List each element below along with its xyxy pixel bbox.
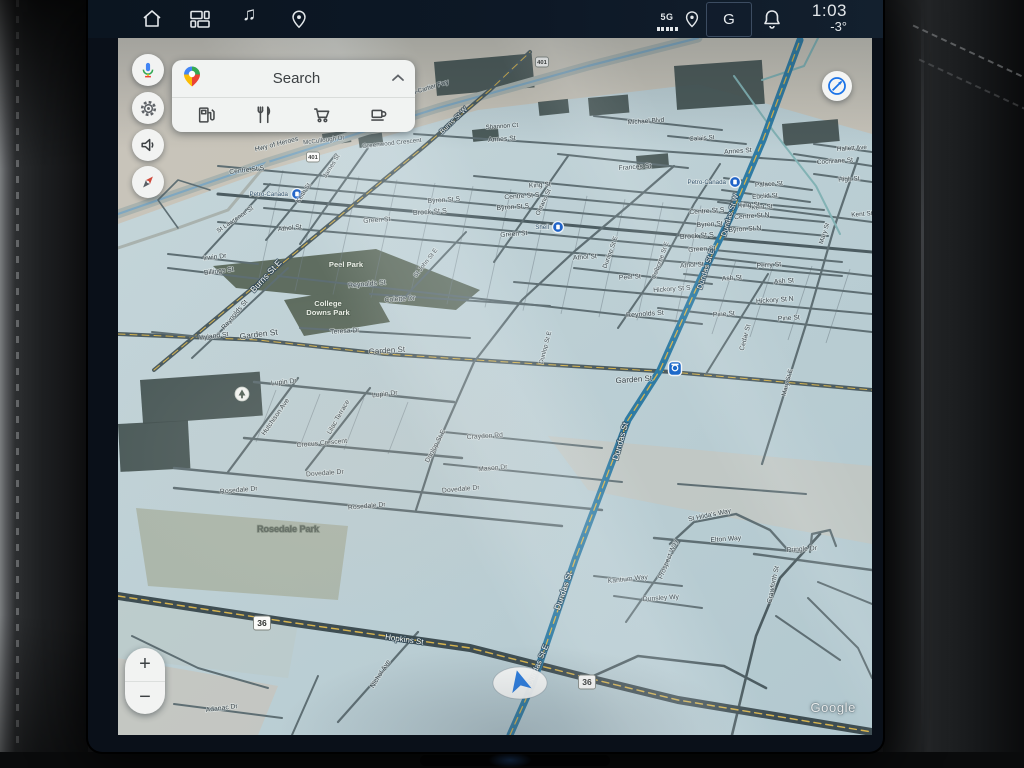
map-poi-speed-camera[interactable] <box>669 362 682 376</box>
route-shield: 36 <box>579 675 596 689</box>
leather-stitching <box>913 25 1024 82</box>
map-poi-park-tree[interactable] <box>235 387 249 401</box>
svg-text:401: 401 <box>537 60 547 66</box>
google-maps-pin-icon <box>182 65 202 92</box>
poi-label: Petro-Canada <box>249 191 288 198</box>
dashboard-trim-bottom <box>0 752 1024 768</box>
building-footprint <box>674 60 765 110</box>
area-label: College <box>314 299 341 308</box>
category-coffee-button[interactable] <box>365 101 395 129</box>
street-label: Kent St <box>851 210 872 218</box>
svg-text:36: 36 <box>582 677 592 687</box>
notifications-bell-icon[interactable] <box>760 7 784 31</box>
status-bar: ♫ 5G G 1:03 -3° <box>88 0 883 38</box>
profile-initial: G <box>723 11 735 28</box>
voice-assistant-button[interactable] <box>132 54 164 86</box>
leather-stitching <box>919 59 1024 116</box>
svg-text:36: 36 <box>257 618 267 628</box>
building-footprint <box>118 420 190 472</box>
navigation-button[interactable] <box>132 166 164 198</box>
zoom-out-button[interactable]: − <box>125 682 165 715</box>
svg-text:401: 401 <box>308 155 318 161</box>
compass-needle-icon <box>138 172 158 192</box>
zoom-controls: + − <box>125 648 165 714</box>
search-categories <box>172 97 415 132</box>
category-shopping-button[interactable] <box>307 101 337 129</box>
infotainment-screen: ♫ 5G G 1:03 -3° Peel Park CollegeDowns Pa… <box>88 0 883 752</box>
signal-bars-icon <box>654 27 680 31</box>
google-watermark: Google <box>810 700 856 715</box>
area-label: Downs Park <box>306 308 350 317</box>
network-status: 5G <box>654 7 680 31</box>
home-icon[interactable] <box>140 7 164 31</box>
temperature-label: -3° <box>812 20 847 34</box>
map-render: Peel Park CollegeDowns Park Rosedale Park 3… <box>118 38 872 735</box>
time-label: 1:03 <box>812 2 847 20</box>
clock-widget: 1:03 -3° <box>812 2 847 33</box>
settings-button[interactable] <box>132 92 164 124</box>
compass-icon <box>825 74 849 98</box>
street-label: Ash St <box>774 277 795 285</box>
search-input-placeholder: Search <box>202 70 391 87</box>
zoom-in-button[interactable]: + <box>125 648 165 682</box>
route-shield: 36 <box>254 616 271 630</box>
car-dashboard: ♫ 5G G 1:03 -3° Peel Park CollegeDowns Pa… <box>0 0 1024 768</box>
profile-button[interactable]: G <box>706 2 752 37</box>
poi-label: Shell <box>535 224 549 231</box>
poi-label: Petro-Canada <box>687 179 726 186</box>
gear-icon <box>138 98 159 119</box>
map-canvas[interactable]: Peel Park CollegeDowns Park Rosedale Park 3… <box>118 38 872 735</box>
leather-stitching <box>16 0 19 768</box>
route-shield: 401 <box>307 152 320 162</box>
route-shield: 401 <box>536 57 549 67</box>
microphone-icon <box>138 60 158 80</box>
category-restaurants-button[interactable] <box>250 101 280 129</box>
apps-grid-icon[interactable] <box>188 7 212 31</box>
location-pin-icon[interactable] <box>288 8 312 32</box>
building-footprint <box>588 95 629 116</box>
network-type-label: 5G <box>660 12 673 22</box>
dashboard-trim-right <box>883 0 1024 768</box>
area-label: Rosedale Park <box>257 524 320 534</box>
console-glow <box>488 752 532 768</box>
music-icon[interactable]: ♫ <box>242 4 256 26</box>
speaker-icon <box>138 135 158 155</box>
search-panel: Search <box>172 60 415 132</box>
dashboard-trim-left <box>0 0 88 768</box>
street-label: High St <box>838 175 860 183</box>
map-compass-button[interactable] <box>822 71 852 101</box>
search-bar[interactable]: Search <box>172 60 415 97</box>
current-location-marker <box>493 667 547 699</box>
chrome-trim-line <box>921 0 924 768</box>
chevron-up-icon[interactable] <box>391 70 405 88</box>
gps-pin-icon <box>682 9 706 33</box>
area-label: Peel Park <box>329 260 364 269</box>
category-gas-stations-button[interactable] <box>192 101 222 129</box>
street-label: Ash St <box>722 274 743 282</box>
volume-button[interactable] <box>132 129 164 161</box>
